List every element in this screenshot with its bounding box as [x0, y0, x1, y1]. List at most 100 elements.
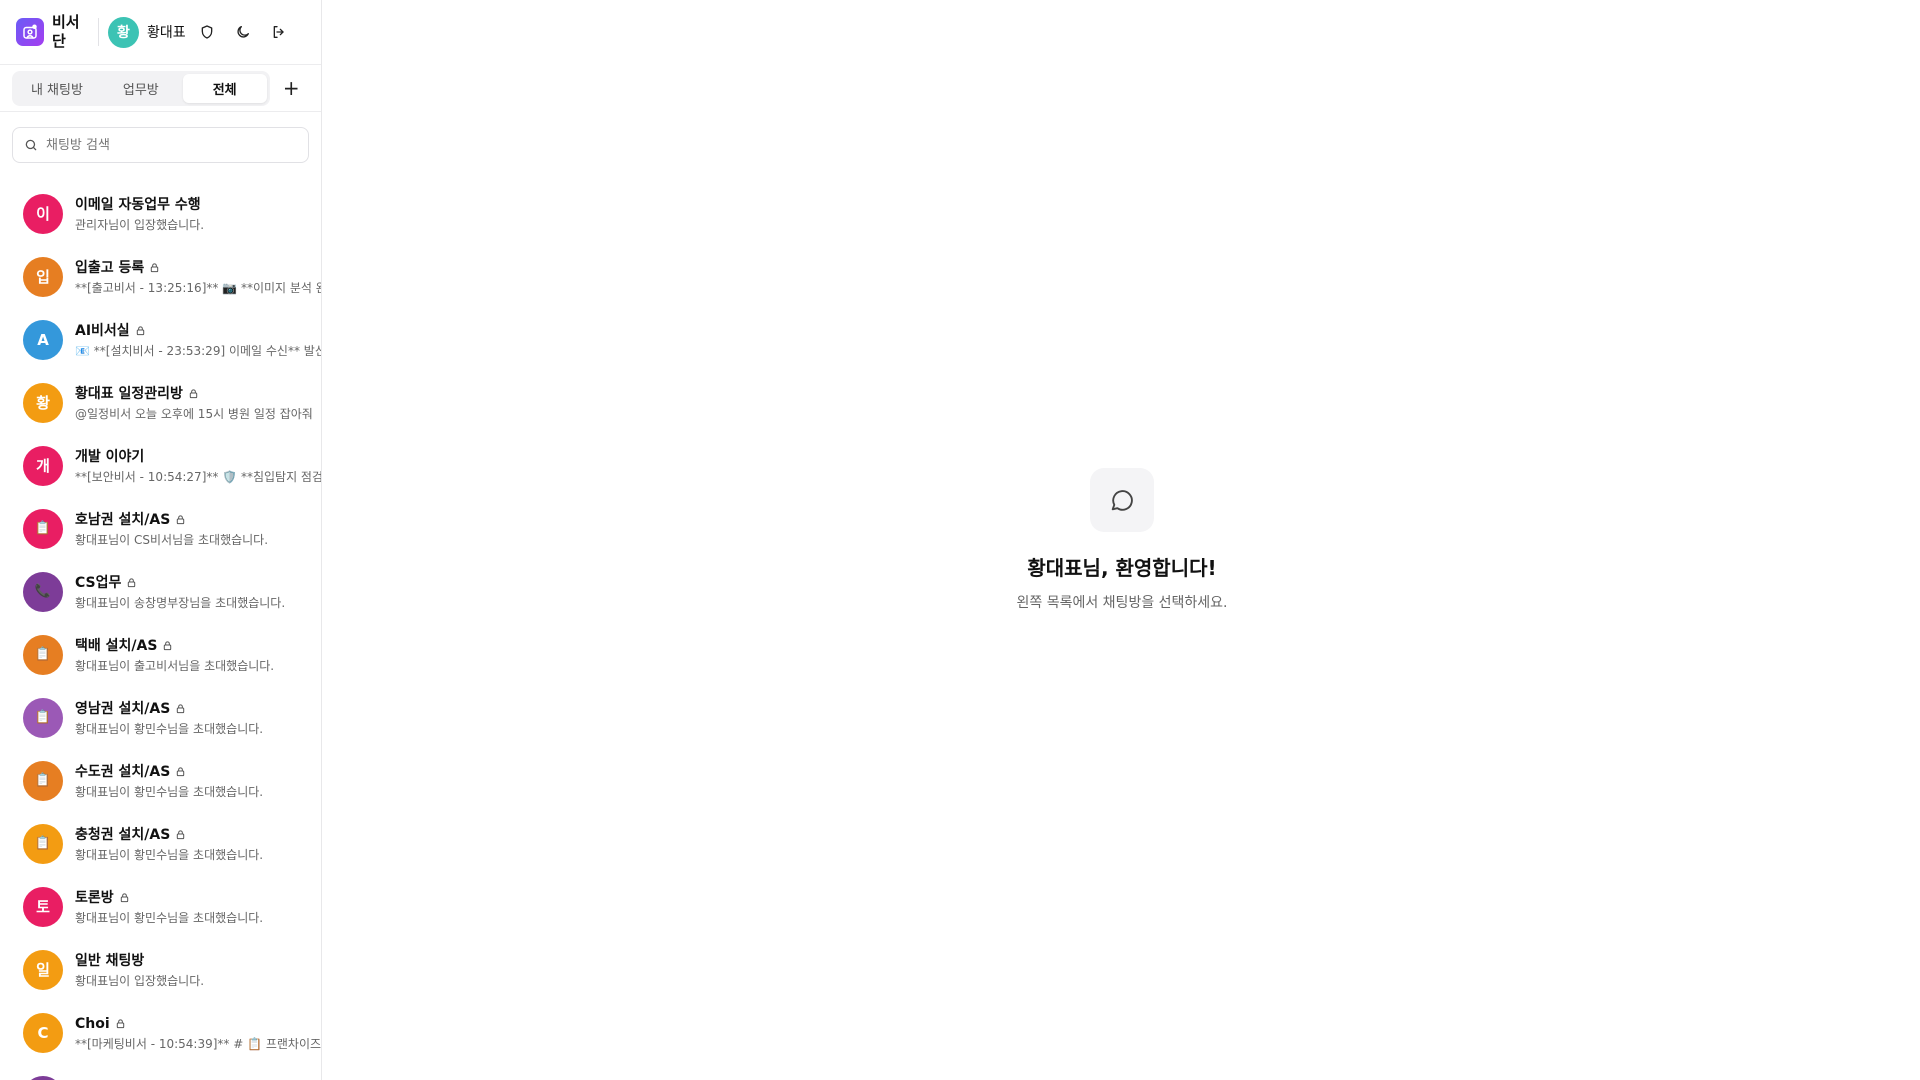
room-avatar: A	[23, 319, 63, 360]
room-list-item[interactable]: 개 개발 이야기 **[보안비서 - 10:54:27]** 🛡️ **침입탐지 점…	[0, 434, 321, 497]
tab-all[interactable]: 전체	[182, 73, 267, 103]
search-wrap	[0, 112, 321, 173]
room-title-row: 수도권 설치/AS	[75, 762, 263, 782]
tab-my-rooms[interactable]: 내 채팅방	[15, 74, 99, 103]
room-list-item[interactable]: C Choi **[마케팅비서 - 10:54:39]** # 📋 프랜차이즈 현	[0, 1001, 321, 1064]
room-text: CS업무황대표님이 송창명부장님을 초대했습니다.	[75, 573, 285, 611]
room-list-item[interactable]: 이 이메일 자동업무 수행 관리자님이 입장했습니다.	[0, 182, 321, 245]
room-title-row: 이메일 자동업무 수행	[75, 195, 204, 215]
room-avatar: 입	[23, 256, 63, 297]
welcome-title: 황대표님, 환영합니다!	[1027, 556, 1217, 580]
room-text: 수도권 설치/AS 황대표님이 황민수님을 초대했습니다.	[75, 762, 263, 800]
room-title: 택배 설치/AS	[75, 637, 158, 654]
room-title: CS업무	[75, 574, 122, 591]
room-title-row: 영남권 설치/AS	[75, 699, 263, 719]
room-text: 충청권 설치/AS 황대표님이 황민수님을 초대했습니다.	[75, 825, 263, 863]
room-text: AI비서실 📧 **[설치비서 - 23:53:29] 이메일 수신** 발신:	[75, 321, 321, 359]
lock-icon	[126, 577, 137, 588]
room-preview: 📧 **[설치비서 - 23:53:29] 이메일 수신** 발신:	[75, 343, 321, 358]
room-title: 영남권 설치/AS	[75, 700, 171, 717]
room-preview: 황대표님이 송창명부장님을 초대했습니다.	[75, 595, 286, 610]
room-list-item[interactable]: 자자유 수다방	[0, 1064, 321, 1080]
room-avatar: 📋	[23, 760, 63, 801]
app-name: 비서단	[52, 13, 80, 50]
room-avatar: 자	[23, 1075, 63, 1080]
logout-icon[interactable]	[263, 16, 295, 48]
room-title-row: AI비서실	[75, 321, 321, 341]
room-text: 일반 채팅방황대표님이 입장했습니다.	[75, 951, 204, 989]
lock-icon	[175, 703, 186, 714]
lock-icon	[135, 325, 146, 336]
room-avatar: 📞	[23, 571, 63, 612]
room-title: 황대표 일정관리방	[75, 385, 183, 402]
room-title-row: 토론방	[75, 888, 263, 908]
chat-bubble-icon	[1090, 468, 1154, 532]
search-icon	[24, 138, 38, 152]
room-avatar: 📋	[23, 697, 63, 738]
room-list-item[interactable]: A AI비서실 📧 **[설치비서 - 23:53:29] 이메일 수신** 발신:	[0, 308, 321, 371]
welcome-panel: 황대표님, 환영합니다! 왼쪽 목록에서 채팅방을 선택하세요.	[1017, 468, 1228, 612]
room-text: 황대표 일정관리방 @일정비서 오늘 오후에 15시 병원 일정 잡아줘	[75, 384, 313, 422]
room-preview: **[보안비서 - 10:54:27]** 🛡️ **침입탐지 점검 보	[75, 469, 321, 484]
shield-icon[interactable]	[191, 16, 223, 48]
room-list-item[interactable]: 일 일반 채팅방황대표님이 입장했습니다.	[0, 938, 321, 1001]
room-list-item[interactable]: 토 토론방황대표님이 황민수님을 초대했습니다.	[0, 875, 321, 938]
lock-icon	[188, 388, 199, 399]
room-text: Choi **[마케팅비서 - 10:54:39]** # 📋 프랜차이즈 현	[75, 1014, 321, 1052]
lock-icon	[119, 892, 130, 903]
sidebar-header: 비서단 황 황대표	[0, 0, 321, 65]
room-list-item[interactable]: 황 황대표 일정관리방 @일정비서 오늘 오후에 15시 병원 일정 잡아줘	[0, 371, 321, 434]
room-filter-tabs: 내 채팅방 업무방 전체	[12, 70, 270, 106]
room-list-item[interactable]: 📋 택배 설치/AS 황대표님이 출고비서님을 초대했습니다.	[0, 623, 321, 686]
room-preview: **[출고비서 - 13:25:16]** 📷 **이미지 분석 완료	[75, 280, 321, 295]
room-title: 충청권 설치/AS	[75, 826, 171, 843]
app-root: 비서단 황 황대표 내 채팅방 업무방 전체 + 채팅방 검색 이 이메일 자동…	[0, 0, 1920, 1080]
room-title: 수도권 설치/AS	[75, 763, 171, 780]
room-title-row: 황대표 일정관리방	[75, 384, 313, 404]
room-preview: 황대표님이 출고비서님을 초대했습니다.	[75, 658, 275, 673]
lock-icon	[149, 262, 160, 273]
room-filter-tabs-row: 내 채팅방 업무방 전체 +	[0, 65, 321, 112]
lock-icon	[175, 766, 186, 777]
room-title-row: 입출고 등록	[75, 258, 321, 278]
lock-icon	[115, 1018, 126, 1029]
room-avatar: 일	[23, 949, 63, 990]
room-preview: 황대표님이 황민수님을 초대했습니다.	[75, 910, 264, 925]
room-avatar: 토	[23, 886, 63, 927]
room-title-row: 충청권 설치/AS	[75, 825, 263, 845]
room-avatar: C	[23, 1012, 63, 1053]
lock-icon	[175, 829, 186, 840]
add-room-button[interactable]: +	[274, 71, 309, 106]
room-preview: 관리자님이 입장했습니다.	[75, 217, 205, 232]
app-logo-icon[interactable]	[16, 18, 44, 46]
room-list-item[interactable]: 📋 수도권 설치/AS 황대표님이 황민수님을 초대했습니다.	[0, 749, 321, 812]
room-avatar: 개	[23, 445, 63, 486]
room-text: 이메일 자동업무 수행관리자님이 입장했습니다.	[75, 195, 204, 233]
room-title-row: Choi	[75, 1014, 321, 1034]
room-list-item[interactable]: 📋 충청권 설치/AS 황대표님이 황민수님을 초대했습니다.	[0, 812, 321, 875]
search-input[interactable]	[46, 137, 297, 153]
room-list: 이 이메일 자동업무 수행 관리자님이 입장했습니다. 입 입출고 등록 **[출고비서 …	[0, 173, 321, 1080]
room-title: 일반 채팅방	[75, 952, 145, 969]
welcome-subtitle: 왼쪽 목록에서 채팅방을 선택하세요.	[1016, 595, 1228, 611]
room-avatar: 📋	[23, 508, 63, 549]
room-title-row: 개발 이야기	[75, 447, 321, 467]
sidebar: 비서단 황 황대표 내 채팅방 업무방 전체 + 채팅방 검색 이 이메일 자동…	[0, 0, 322, 1080]
main-panel: 황대표님, 환영합니다! 왼쪽 목록에서 채팅방을 선택하세요.	[322, 0, 1920, 1080]
tab-work-rooms[interactable]: 업무방	[99, 74, 183, 103]
room-list-item[interactable]: 📋 영남권 설치/AS 황대표님이 황민수님을 초대했습니다.	[0, 686, 321, 749]
moon-icon[interactable]	[227, 16, 259, 48]
room-title: 이메일 자동업무 수행	[75, 196, 201, 213]
user-name[interactable]: 황대표	[147, 22, 187, 42]
room-preview: 황대표님이 황민수님을 초대했습니다.	[75, 847, 264, 862]
lock-icon	[175, 514, 186, 525]
room-preview: 황대표님이 입장했습니다.	[75, 973, 205, 988]
room-list-item[interactable]: 📞 CS업무황대표님이 송창명부장님을 초대했습니다.	[0, 560, 321, 623]
room-preview: @일정비서 오늘 오후에 15시 병원 일정 잡아줘	[75, 406, 313, 421]
room-list-item[interactable]: 입 입출고 등록 **[출고비서 - 13:25:16]** 📷 **이미지 분석 …	[0, 245, 321, 308]
room-title: 입출고 등록	[75, 259, 145, 276]
room-list-item[interactable]: 📋 호남권 설치/AS 황대표님이 CS비서님을 초대했습니다.	[0, 497, 321, 560]
search-box	[12, 127, 309, 163]
user-avatar[interactable]: 황	[108, 16, 139, 48]
room-title-row: 호남권 설치/AS	[75, 510, 268, 530]
